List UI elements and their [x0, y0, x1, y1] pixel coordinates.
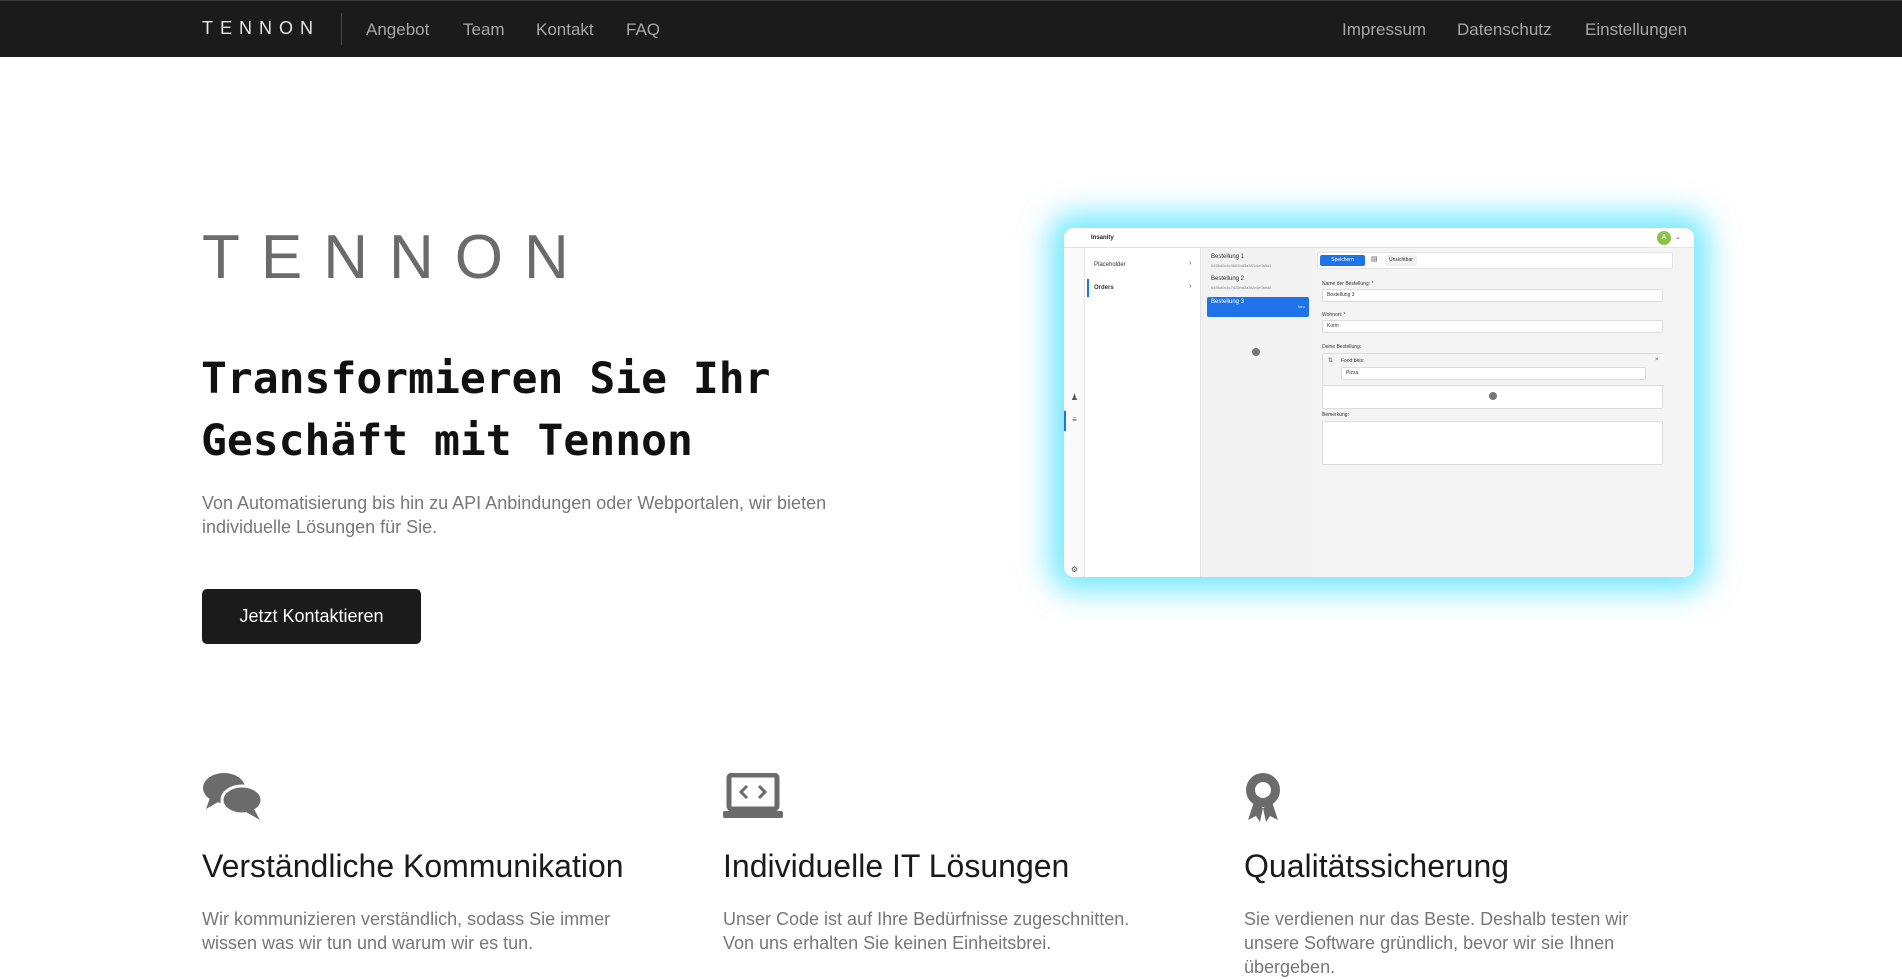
mock-name-input: Bestellung 3	[1322, 289, 1663, 302]
mock-order-form: Speichern ▤ Unsichtbar Name der Bestellu…	[1311, 248, 1694, 577]
mock-list-item-name: Bestellung 1	[1211, 254, 1245, 260]
nav-link-einstellungen[interactable]: Einstellungen	[1585, 20, 1687, 40]
feature-text-quality: Sie verdienen nur das Beste. Deshalb tes…	[1244, 909, 1629, 977]
mock-list-item-active: Bestellung 3 Neu	[1207, 297, 1309, 317]
mock-form-toolbar: Speichern ▤ Unsichtbar	[1317, 252, 1673, 269]
mock-wohnort-input: Korin	[1322, 320, 1663, 333]
users-icon: ♟	[1070, 393, 1079, 402]
hero-subtitle: Von Automatisierung bis hin zu API Anbin…	[202, 493, 827, 537]
top-navbar: TENNON Angebot Team Kontakt FAQ Impressu…	[0, 0, 1902, 57]
mock-list-item: Bestellung 2 6456d0c4c7d25ba3a3f2c4e0a9d…	[1207, 274, 1309, 294]
nav-link-angebot[interactable]: Angebot	[366, 20, 429, 40]
mock-visibility-button: Unsichtbar	[1385, 255, 1417, 266]
mock-nav-orders: Orders	[1094, 285, 1114, 291]
app-screenshot-preview: Insanity A ⌄ ♟ ≡ ⚙ Placeholder › Orders …	[1064, 228, 1694, 577]
mock-nav-active-bar	[1087, 279, 1089, 297]
mock-remark-textarea	[1322, 421, 1663, 465]
mock-food-input: Pizza	[1341, 367, 1646, 380]
mock-app-name: Insanity	[1091, 235, 1114, 241]
feature-title-quality: Qualitätssicherung	[1244, 848, 1510, 884]
chevron-down-icon: ⌄	[1675, 234, 1681, 241]
feature-title-it-solutions: Individuelle IT Lösungen	[723, 848, 1070, 884]
nav-divider	[341, 13, 342, 45]
hero-title: Transformieren Sie Ihr Geschäft mit Tenn…	[201, 354, 771, 466]
mock-order-entry: ⇅ Food beis: × Pizza	[1323, 354, 1664, 386]
close-icon: ×	[1655, 357, 1659, 363]
mock-food-label: Food beis:	[1341, 358, 1365, 364]
mock-nav-panel: Placeholder › Orders ›	[1085, 248, 1201, 577]
mock-avatar: A	[1657, 231, 1671, 245]
mock-list-item-name: Bestellung 2	[1211, 276, 1245, 282]
gear-icon: ⚙	[1070, 565, 1079, 574]
add-circle-icon	[1489, 392, 1497, 400]
mock-list-item-name: Bestellung 3	[1211, 299, 1245, 305]
award-icon	[1244, 772, 1282, 827]
laptop-code-icon	[723, 772, 783, 824]
nav-link-faq[interactable]: FAQ	[626, 20, 660, 40]
hero-logo: TENNON	[202, 223, 590, 292]
mock-list-item-tag: Neu	[1297, 304, 1305, 309]
mock-header: Insanity A ⌄	[1064, 228, 1694, 248]
sort-icon: ⇅	[1328, 358, 1334, 364]
mock-wohnort-label: Wohnort: *	[1322, 312, 1346, 318]
contact-cta-button[interactable]: Jetzt Kontaktieren	[202, 589, 421, 644]
mock-icon-rail: ♟ ≡ ⚙	[1064, 248, 1085, 577]
nav-link-datenschutz[interactable]: Datenschutz	[1457, 20, 1552, 40]
nav-link-team[interactable]: Team	[463, 20, 505, 40]
trash-icon: ▤	[1371, 256, 1378, 263]
chevron-right-icon: ›	[1189, 283, 1192, 290]
mock-remark-label: Bemerkung:	[1322, 412, 1349, 418]
database-icon: ≡	[1072, 415, 1077, 424]
chevron-right-icon: ›	[1189, 260, 1192, 267]
feature-text-it-solutions: Unser Code ist auf Ihre Bedürfnisse zuge…	[723, 909, 1130, 953]
mock-order-label: Deine Bestellung:	[1322, 344, 1362, 350]
add-circle-icon	[1252, 348, 1260, 356]
mock-list-item: Bestellung 1 6456d0c4c4665ba3a3f2c4e0a9d…	[1207, 252, 1309, 272]
feature-title-communication: Verständliche Kommunikation	[202, 848, 624, 884]
mock-save-button: Speichern	[1320, 255, 1365, 266]
nav-link-impressum[interactable]: Impressum	[1342, 20, 1426, 40]
mock-list-item-id: 6456d0c4c4665ba3a3f2c4e0a9d1	[1211, 263, 1272, 268]
mock-order-group: ⇅ Food beis: × Pizza	[1322, 353, 1664, 409]
mock-name-label: Name der Bestellung: *	[1322, 281, 1374, 287]
comments-icon	[202, 771, 264, 826]
mock-nav-placeholder: Placeholder	[1094, 262, 1126, 268]
rail-active-indicator	[1064, 411, 1066, 431]
brand-logo-link[interactable]: TENNON	[202, 18, 320, 39]
mock-list-item-id: 6456d0c4c7d25ba3a3f2c4e0a9d8	[1211, 285, 1272, 290]
feature-text-communication: Wir kommunizieren verständlich, sodass S…	[202, 909, 611, 953]
mock-order-list: Bestellung 1 6456d0c4c4665ba3a3f2c4e0a9d…	[1201, 248, 1311, 577]
nav-link-kontakt[interactable]: Kontakt	[536, 20, 594, 40]
